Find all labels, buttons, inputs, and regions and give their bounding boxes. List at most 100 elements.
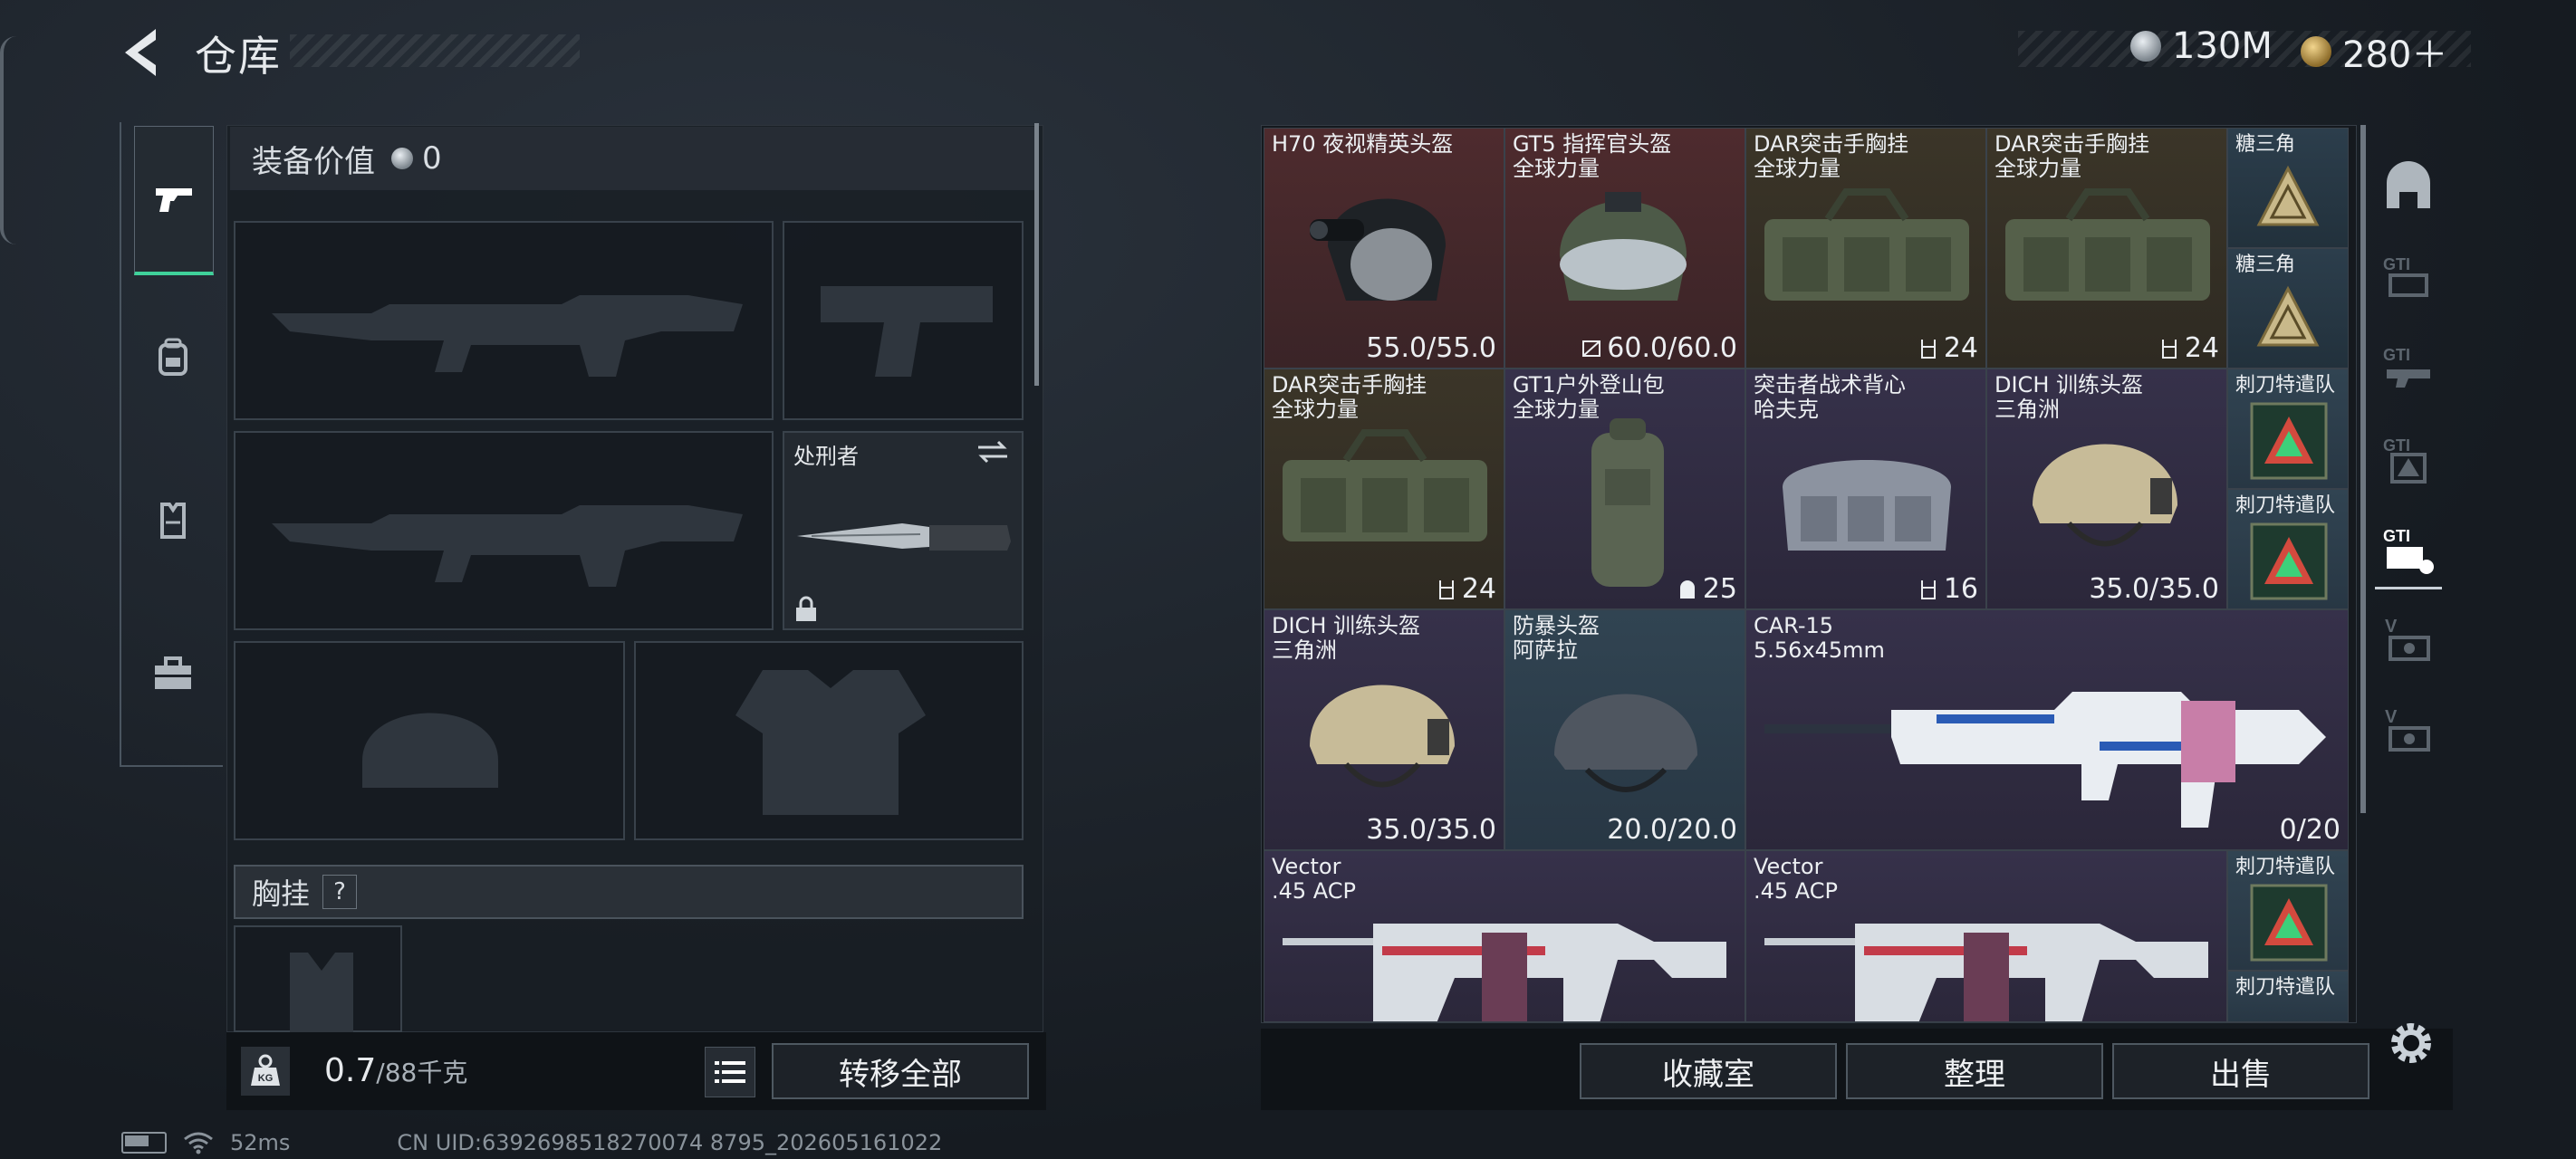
tab-gti-c[interactable]: GTI [2375,424,2442,496]
tab-weapons[interactable] [134,126,214,275]
sell-button[interactable]: 出售 [2112,1043,2369,1099]
equipment-scrollbar[interactable] [1034,123,1039,386]
item-h70-helmet[interactable]: H70 夜视精英头盔 55.0/55.0 [1264,128,1504,369]
car15-rifle-icon [1764,692,2326,828]
item-capacity: 24 [1461,573,1496,605]
gti-a-icon: GTI [2383,255,2428,297]
item-durability: 35.0/35.0 [1366,814,1496,846]
storage-scrollbar[interactable] [2360,125,2366,813]
item-dar-chest-rig[interactable]: DAR突击手胸挂 全球力量 24 [1986,128,2227,369]
tab-v-b[interactable]: V [2375,695,2442,768]
item-name: Vector [1754,854,1823,879]
item-vector-smg[interactable]: Vector .45 ACP [1264,850,1745,1022]
item-name: DAR突击手胸挂 [1994,131,2150,157]
tab-gti-b[interactable]: GTI [2375,333,2442,406]
item-raider-vest[interactable]: 突击者战术背心 哈夫克 16 [1745,369,1986,609]
svg-text:GTI: GTI [2383,346,2410,364]
item-durability: 55.0/55.0 [1366,332,1496,364]
back-button[interactable] [120,25,165,80]
item-name: DICH 训练头盔 [1994,372,2143,398]
armor-silhouette-icon [735,670,926,815]
secondary-weapon-slot[interactable] [234,431,774,630]
tab-case[interactable] [134,602,212,747]
item-gt5-helmet[interactable]: GT5 指挥官头盔 全球力量 60.0/60.0 [1504,128,1745,369]
tab-vault[interactable] [2375,150,2442,223]
item-bayonet-squad[interactable]: 刺刀特遣队 [2227,850,2349,971]
item-car15-rifle[interactable]: CAR-15 5.56x45mm 0/20 [1745,609,2349,850]
item-dich-helmet[interactable]: DICH 训练头盔 三角洲 35.0/35.0 [1264,609,1504,850]
tab-v-a[interactable]: V [2375,605,2442,677]
uid-readout: CN UID:6392698518270074 8795_20260516102… [397,1130,943,1155]
settings-gear-icon[interactable] [2386,1018,2437,1068]
slots-icon [2161,339,2177,359]
equipment-value-label: 装备价值 [252,143,375,180]
chest-rig-slot[interactable] [234,925,402,1034]
battery-icon [121,1132,167,1154]
item-dich-helmet[interactable]: DICH 训练头盔 三角洲 35.0/35.0 [1986,369,2227,609]
transfer-all-button[interactable]: 转移全部 [772,1043,1029,1099]
knife-icon [797,523,1011,551]
swap-icon[interactable] [975,438,1011,465]
item-name: 刺刀特遣队 [2235,494,2336,517]
pistol-slot[interactable] [783,221,1024,420]
primary-weapon-slot[interactable] [234,221,774,420]
armor-slot[interactable] [634,641,1024,840]
item-name: H70 夜视精英头盔 [1272,131,1454,157]
weight-capacity: /88千克 [376,1058,468,1087]
vault-icon [2387,161,2430,208]
item-dar-chest-rig[interactable]: DAR突击手胸挂 全球力量 24 [1745,128,1986,369]
tab-gti-d[interactable]: GTI [2375,514,2442,589]
item-sugar-triangle[interactable]: 糖三角 [2227,248,2349,369]
item-riot-helmet[interactable]: 防暴头盔 阿萨拉 20.0/20.0 [1504,609,1745,850]
svg-text:V: V [2385,617,2398,637]
collection-room-button[interactable]: 收藏室 [1580,1043,1837,1099]
melee-slot[interactable]: 处刑者 [783,431,1024,630]
item-dar-chest-rig[interactable]: DAR突击手胸挂 全球力量 24 [1264,369,1504,609]
weight-value: 0.7 [324,1052,377,1089]
item-bayonet-squad[interactable]: 刺刀特遣队 [2227,369,2349,489]
item-vector-smg[interactable]: Vector .45 ACP [1745,850,2227,1022]
svg-text:GTI: GTI [2383,255,2410,273]
svg-text:GTI: GTI [2383,527,2410,545]
gold-amount: 280＋ [2342,34,2448,76]
back-arrow-icon [125,29,156,76]
tab-backpack[interactable] [134,285,212,430]
title-stripe-decoration [290,34,580,67]
item-sugar-triangle[interactable]: 糖三角 [2227,128,2349,248]
item-bayonet-squad[interactable]: 刺刀特遣队 [2227,971,2349,1022]
riot-helmet-icon [1554,694,1697,792]
wifi-icon [184,1132,213,1154]
tab-gti-a[interactable]: GTI [2375,243,2442,315]
slots-icon [1920,339,1936,359]
chest-rig-label: 胸挂 [252,876,311,911]
item-name: GT5 指挥官头盔 [1513,131,1672,157]
item-name: DICH 训练头盔 [1272,613,1420,638]
rifle-silhouette-icon [272,505,743,587]
gti-b-icon: GTI [2383,346,2430,388]
helmet-slot[interactable] [234,641,625,840]
gti-d-icon: GTI [2383,527,2434,574]
item-bayonet-squad[interactable]: 刺刀特遣队 [2227,489,2349,609]
screen-edge-decoration [0,36,16,244]
chest-rig-help-icon[interactable]: ? [322,875,358,909]
bag-icon [1679,580,1695,599]
item-capacity: 25 [1702,573,1737,605]
tab-vest[interactable] [134,448,212,593]
gold-currency[interactable]: 280＋ [2301,25,2447,78]
vest-icon [160,503,186,539]
item-name: 刺刀特遣队 [2235,856,2336,878]
item-name: Vector [1272,854,1341,879]
sort-button[interactable]: 整理 [1846,1043,2103,1099]
item-gt1-backpack[interactable]: GT1户外登山包 全球力量 25 [1504,369,1745,609]
storage-grid: H70 夜视精英头盔 55.0/55.0 GT5 指挥官头盔 全球力量 60.0… [1261,125,2357,1023]
v-a-icon: V [2385,617,2430,661]
list-view-button[interactable] [705,1047,755,1097]
storage-tab-rail: GTI GTI GTI GTI V V [2368,125,2449,994]
bayonet-squad-card-icon [2250,402,2328,480]
commander-helmet-icon [1560,192,1687,301]
list-icon [715,1061,745,1083]
left-footer: KG 0.7/88千克 转移全部 [226,1032,1046,1110]
vector-smg-icon [1764,924,2208,1021]
page-title: 仓库 [195,32,282,81]
svg-text:GTI: GTI [2383,436,2410,455]
